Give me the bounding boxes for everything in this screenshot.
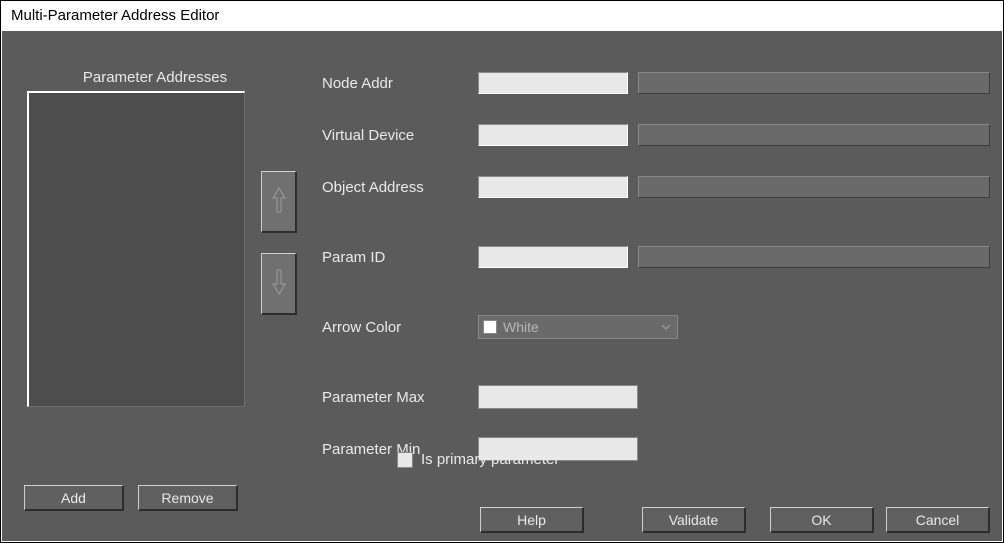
chevron-down-icon	[659, 320, 673, 334]
node-addr-input[interactable]	[478, 72, 628, 94]
bottom-button-row: Help Validate OK Cancel	[2, 507, 1002, 535]
add-button-label: Add	[61, 490, 86, 506]
help-button[interactable]: Help	[480, 507, 584, 533]
help-button-label: Help	[517, 512, 546, 528]
validate-button[interactable]: Validate	[642, 507, 746, 533]
form-area: Node Addr Virtual Device Object Address …	[322, 71, 990, 489]
parameter-max-input[interactable]	[478, 385, 638, 409]
object-address-display	[638, 176, 990, 198]
arrow-color-selected: White	[503, 319, 539, 335]
arrow-down-icon	[271, 268, 287, 299]
node-addr-display	[638, 72, 990, 94]
move-up-button[interactable]	[261, 171, 297, 233]
client-area: Parameter Addresses Add Remove Node Addr…	[2, 31, 1002, 541]
is-primary-checkbox[interactable]	[397, 452, 413, 468]
parameter-addresses-label: Parameter Addresses	[55, 69, 255, 86]
virtual-device-display	[638, 124, 990, 146]
window-title: Multi-Parameter Address Editor	[11, 7, 219, 24]
arrow-color-label: Arrow Color	[322, 319, 478, 336]
parameter-addresses-list[interactable]	[27, 91, 245, 407]
ok-button-label: OK	[811, 512, 831, 528]
object-address-input[interactable]	[478, 176, 628, 198]
cancel-button-label: Cancel	[916, 512, 960, 528]
window-titlebar: Multi-Parameter Address Editor	[1, 1, 1003, 31]
param-id-display	[638, 246, 990, 268]
object-address-label: Object Address	[322, 179, 478, 196]
remove-button-label: Remove	[161, 490, 213, 506]
arrow-color-swatch	[483, 320, 497, 334]
move-down-button[interactable]	[261, 253, 297, 315]
window: Multi-Parameter Address Editor Parameter…	[0, 0, 1004, 543]
is-primary-label: Is primary parameter	[421, 451, 559, 468]
param-id-input[interactable]	[478, 246, 628, 268]
ok-button[interactable]: OK	[770, 507, 874, 533]
virtual-device-input[interactable]	[478, 124, 628, 146]
arrow-color-combobox[interactable]: White	[478, 315, 678, 339]
virtual-device-label: Virtual Device	[322, 127, 478, 144]
is-primary-row: Is primary parameter	[397, 451, 559, 468]
cancel-button[interactable]: Cancel	[886, 507, 990, 533]
validate-button-label: Validate	[669, 512, 719, 528]
parameter-max-label: Parameter Max	[322, 389, 478, 406]
node-addr-label: Node Addr	[322, 75, 478, 92]
arrow-up-icon	[271, 186, 287, 217]
param-id-label: Param ID	[322, 249, 478, 266]
